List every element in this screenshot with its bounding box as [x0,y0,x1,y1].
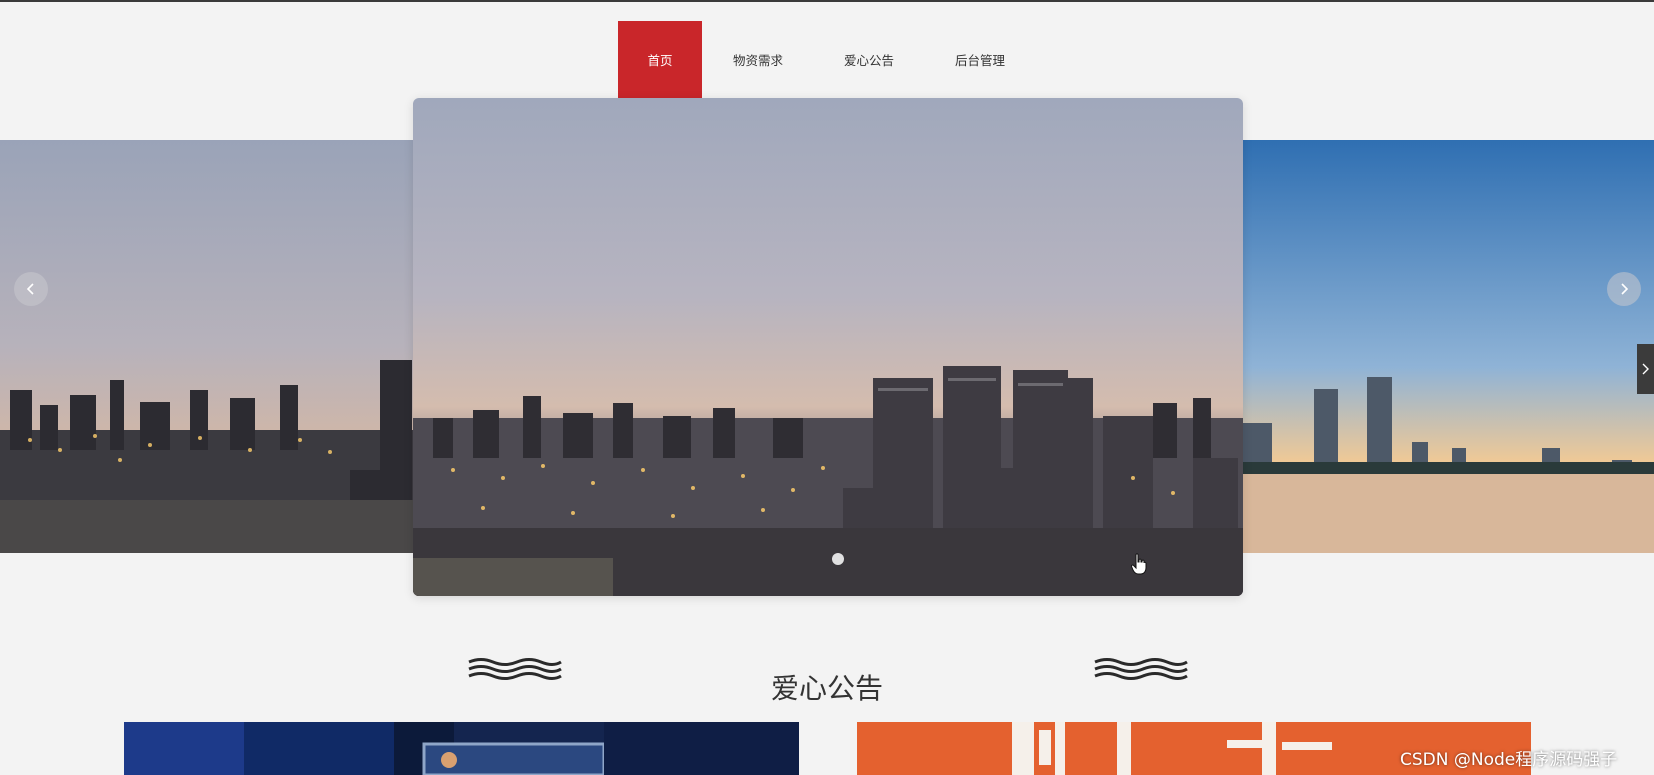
carousel-slide-prev[interactable] [0,140,413,553]
nav-item-announcements[interactable]: 爱心公告 [814,21,924,98]
chevron-right-icon [1621,283,1629,295]
nav-item-home[interactable]: 首页 [618,21,702,98]
side-panel-toggle[interactable] [1637,344,1654,394]
main-nav: 首页 物资需求 爱心公告 后台管理 [618,21,1036,98]
carousel-indicator-dot[interactable] [832,553,844,565]
nav-item-supplies[interactable]: 物资需求 [702,21,814,98]
nav-item-admin[interactable]: 后台管理 [924,21,1036,98]
announcement-image [124,722,799,775]
watermark: CSDN @Node程序源码强子 [1400,750,1618,770]
wave-icon [468,658,562,680]
top-border [0,0,1654,2]
announcement-card[interactable] [124,722,799,775]
hand-cursor-icon [1131,553,1147,575]
carousel-slide-active[interactable] [413,98,1243,596]
carousel-next-button[interactable] [1607,272,1641,306]
section-title: 爱心公告 [770,672,883,706]
wave-icon [1094,658,1188,680]
carousel-prev-button[interactable] [14,272,48,306]
chevron-right-icon [1642,363,1649,375]
chevron-left-icon [26,283,34,295]
carousel-slide-next[interactable] [1242,140,1654,553]
